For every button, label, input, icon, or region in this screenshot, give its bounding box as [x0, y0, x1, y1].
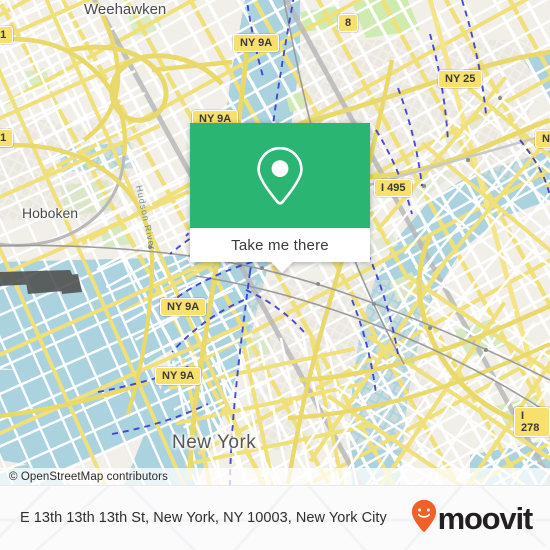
popup-action-bar[interactable]: Take me there: [190, 228, 370, 262]
moovit-wordmark: moovit: [437, 501, 534, 536]
attribution-bar: © OpenStreetMap contributors: [0, 468, 550, 485]
place-label-new-york: New York: [172, 432, 257, 453]
shield-ny-25[interactable]: NY 25: [438, 70, 483, 88]
shield-i-278[interactable]: I 278: [514, 407, 550, 437]
moovit-pin-icon: [411, 499, 437, 538]
place-label-weehawken: Weehawken: [84, 1, 167, 18]
footer-bar: E 13th 13th 13th St, New York, NY 10003,…: [0, 485, 550, 550]
popup-image-panel: [190, 123, 370, 228]
shield-ny-clipped[interactable]: NY: [535, 130, 550, 148]
shield-i-495[interactable]: I 495: [374, 179, 413, 197]
take-me-there-label: Take me there: [231, 236, 329, 254]
shield-ny-9a-lower[interactable]: NY 9A: [155, 367, 202, 385]
map-popup-card[interactable]: Take me there: [190, 123, 370, 273]
map-pin-icon: [255, 145, 305, 207]
popup-tail-arrow: [271, 262, 293, 273]
moovit-logo[interactable]: moovit: [411, 499, 536, 538]
shield-ny-9a-north[interactable]: NY 9A: [233, 34, 280, 52]
shield-ny-9a-south[interactable]: NY 9A: [160, 298, 207, 316]
map-screenshot: Hudson River Weehawken Hoboken New York …: [0, 0, 550, 550]
place-label-hoboken: Hoboken: [22, 205, 79, 221]
shield-8[interactable]: 8: [338, 14, 359, 32]
osm-attribution-text[interactable]: © OpenStreetMap contributors: [0, 471, 168, 483]
shield-01[interactable]: 01: [0, 26, 14, 44]
shield-31[interactable]: 31: [0, 129, 14, 147]
address-label: E 13th 13th 13th St, New York, NY 10003,…: [20, 510, 387, 526]
